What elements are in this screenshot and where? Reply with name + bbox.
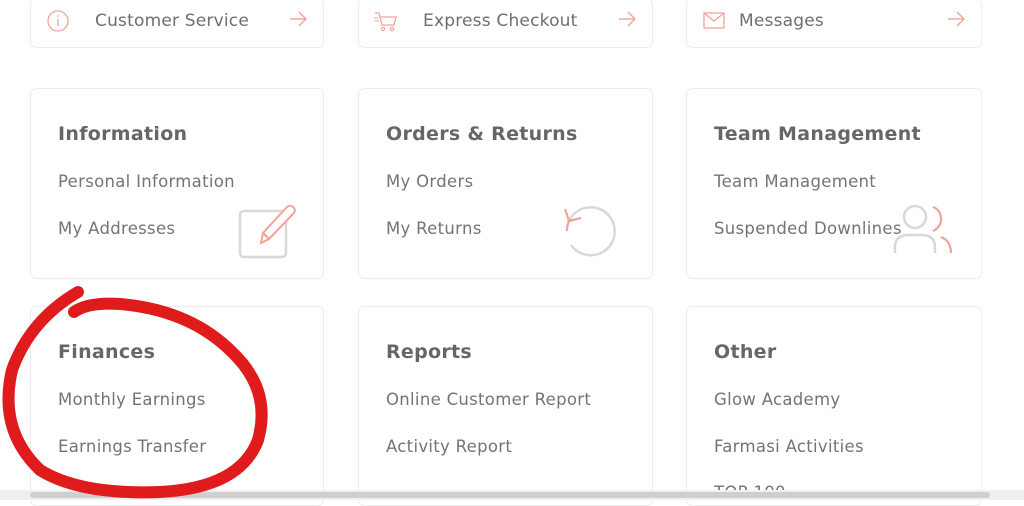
other-title: Other [714, 341, 777, 363]
team-management-card: Team Management Team Management Suspende… [686, 88, 982, 279]
messages-card[interactable]: Messages [686, 0, 982, 48]
orders-returns-title: Orders & Returns [386, 123, 578, 145]
reports-card: Reports Online Customer Report Activity … [358, 306, 653, 506]
activity-report-link[interactable]: Activity Report [386, 437, 512, 456]
my-orders-link[interactable]: My Orders [386, 172, 473, 191]
suspended-downlines-link[interactable]: Suspended Downlines [714, 219, 902, 238]
arrow-right-icon[interactable] [616, 8, 638, 30]
personal-information-link[interactable]: Personal Information [58, 172, 235, 191]
arrow-right-icon[interactable] [287, 8, 309, 30]
my-addresses-link[interactable]: My Addresses [58, 219, 175, 238]
customer-service-card[interactable]: Customer Service [30, 0, 324, 48]
information-title: Information [58, 123, 188, 145]
messages-label: Messages [739, 11, 824, 31]
scrollbar-thumb[interactable] [30, 492, 990, 498]
team-management-link[interactable]: Team Management [714, 172, 876, 191]
glow-academy-link[interactable]: Glow Academy [714, 390, 840, 409]
finances-card: Finances Monthly Earnings Earnings Trans… [30, 306, 324, 506]
other-card: Other Glow Academy Farmasi Activities TO… [686, 306, 982, 506]
monthly-earnings-link[interactable]: Monthly Earnings [58, 390, 206, 409]
information-card: Information Personal Information My Addr… [30, 88, 324, 279]
earnings-transfer-link[interactable]: Earnings Transfer [58, 437, 206, 456]
express-checkout-label: Express Checkout [423, 11, 578, 31]
info-icon [47, 10, 69, 32]
arrow-right-icon[interactable] [945, 8, 967, 30]
orders-returns-card: Orders & Returns My Orders My Returns [358, 88, 653, 279]
customer-service-label: Customer Service [95, 11, 250, 31]
finances-title: Finances [58, 341, 156, 363]
reports-title: Reports [386, 341, 473, 363]
envelope-icon [703, 12, 725, 29]
express-checkout-card[interactable]: Express Checkout [358, 0, 653, 48]
edit-icon [238, 204, 296, 259]
farmasi-activities-link[interactable]: Farmasi Activities [714, 437, 864, 456]
cart-icon [374, 12, 397, 32]
team-management-title: Team Management [714, 123, 921, 145]
my-returns-link[interactable]: My Returns [386, 219, 482, 238]
users-icon [893, 204, 953, 254]
online-customer-report-link[interactable]: Online Customer Report [386, 390, 591, 409]
return-icon [563, 206, 616, 257]
